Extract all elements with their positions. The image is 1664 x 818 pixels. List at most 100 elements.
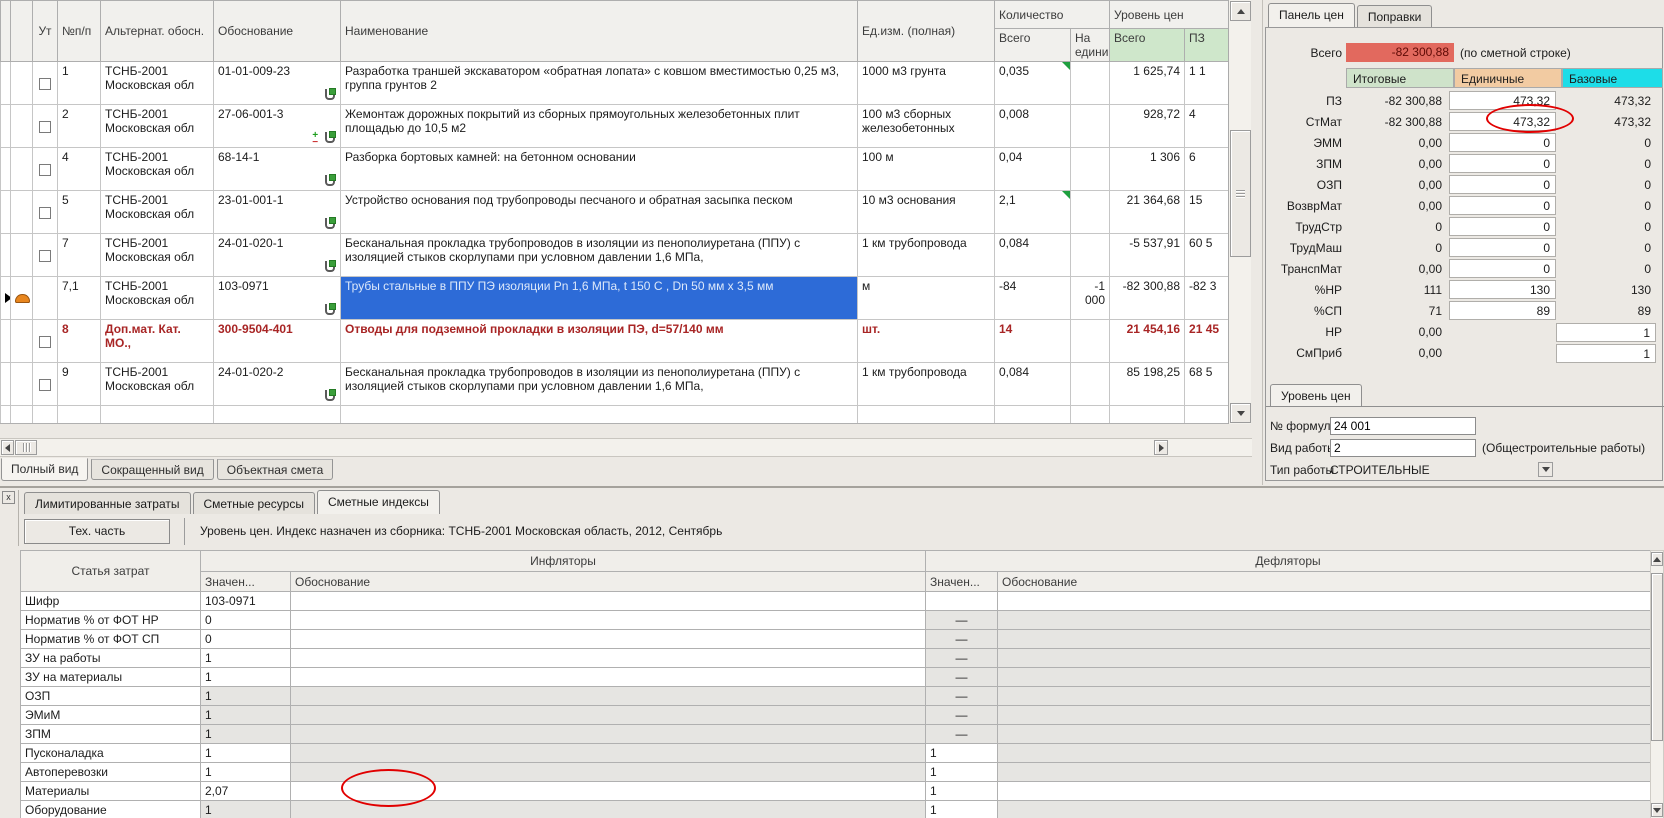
price-pz-cell[interactable]: 15 bbox=[1185, 191, 1228, 234]
column-header-infl-justification[interactable]: Обоснование bbox=[291, 572, 926, 592]
bottom-tab[interactable]: Сметные индексы bbox=[317, 490, 440, 514]
index-row[interactable]: ЗУ на материалы 1 — bbox=[21, 668, 1651, 687]
alt-justification-cell[interactable]: ТСНБ-2001 Московская обл bbox=[101, 62, 214, 105]
row-number-cell[interactable]: 4 bbox=[58, 148, 101, 191]
column-group-price-level[interactable]: Уровень цен bbox=[1110, 1, 1228, 29]
price-pz-cell[interactable]: 4 bbox=[1185, 105, 1228, 148]
alt-justification-cell[interactable]: ТСНБ-2001 Московская обл bbox=[101, 277, 214, 320]
inflator-justification-cell[interactable] bbox=[291, 611, 926, 630]
price-edin-input[interactable]: 89 bbox=[1449, 301, 1556, 320]
price-edin-input[interactable]: 473,32 bbox=[1449, 112, 1556, 131]
column-group-inflators[interactable]: Инфляторы bbox=[201, 551, 926, 572]
estimate-row[interactable]: 1 ТСНБ-2001 Московская обл 01-01-009-23 … bbox=[1, 62, 1229, 105]
justification-cell[interactable]: 27-06-001-3 +− bbox=[214, 105, 341, 148]
qty-per-unit-cell[interactable] bbox=[1071, 62, 1110, 105]
inflator-value-cell[interactable]: 1 bbox=[201, 801, 291, 818]
column-header-qty-total[interactable]: Всего bbox=[995, 29, 1071, 62]
qty-total-cell[interactable]: 0,008 bbox=[995, 105, 1071, 148]
qty-per-unit-cell[interactable] bbox=[1071, 148, 1110, 191]
alt-justification-cell[interactable]: ТСНБ-2001 Московская обл bbox=[101, 191, 214, 234]
estimate-row[interactable]: 5 ТСНБ-2001 Московская обл 23-01-001-1 +… bbox=[1, 191, 1229, 234]
price-total-cell[interactable]: 85 198,25 bbox=[1110, 363, 1185, 406]
inflator-justification-cell[interactable] bbox=[291, 706, 926, 725]
qty-per-unit-cell[interactable] bbox=[1071, 363, 1110, 406]
work-type-value[interactable]: СТРОИТЕЛЬНЫЕ bbox=[1330, 463, 1430, 477]
work-name-cell[interactable]: Бесканальная прокладка трубопроводов в и… bbox=[341, 363, 858, 406]
unit-cell[interactable]: 1 км трубопровода bbox=[858, 363, 995, 406]
column-header-price-pz[interactable]: ПЗ bbox=[1185, 29, 1228, 62]
column-header-unit[interactable]: Ед.изм. (полная) bbox=[858, 1, 995, 62]
work-name-cell[interactable]: Разборка бортовых камней: на бетонном ос… bbox=[341, 148, 858, 191]
inflator-value-cell[interactable]: 1 bbox=[201, 744, 291, 763]
price-pz-cell[interactable]: 21 45 bbox=[1185, 320, 1228, 363]
qty-total-cell[interactable]: -84 bbox=[995, 277, 1071, 320]
price-total-cell[interactable]: 928,72 bbox=[1110, 105, 1185, 148]
row-number-cell[interactable]: 7,1 bbox=[58, 277, 101, 320]
estimate-row[interactable]: 4 ТСНБ-2001 Московская обл 68-14-1 +− Ра… bbox=[1, 148, 1229, 191]
deflator-justification-cell[interactable] bbox=[998, 801, 1651, 818]
view-tab[interactable]: Сокращенный вид bbox=[91, 459, 213, 480]
index-row[interactable]: Материалы 2,07 1 bbox=[21, 782, 1651, 801]
work-name-cell[interactable]: Жемонтаж дорожных покрытий из сборных пр… bbox=[341, 105, 858, 148]
column-header-justification[interactable]: Обоснование bbox=[214, 1, 341, 62]
inflator-justification-cell[interactable] bbox=[291, 649, 926, 668]
tech-part-button[interactable]: Тех. часть bbox=[24, 519, 170, 544]
justification-cell[interactable]: 68-14-1 +− bbox=[214, 148, 341, 191]
alt-justification-cell[interactable]: ТСНБ-2001 Московская обл bbox=[101, 148, 214, 191]
estimate-row[interactable]: 8 Доп.мат. Кат. МО., 300-9504-401 +− Отв… bbox=[1, 320, 1229, 363]
index-row[interactable]: ЗПМ 1 — bbox=[21, 725, 1651, 744]
deflator-value-cell[interactable]: — bbox=[926, 725, 998, 744]
row-number-cell[interactable]: 1 bbox=[58, 62, 101, 105]
price-total-cell[interactable]: 21 364,68 bbox=[1110, 191, 1185, 234]
inflator-value-cell[interactable]: 2,07 bbox=[201, 782, 291, 801]
estimate-row[interactable]: 7 ТСНБ-2001 Московская обл 24-01-020-1 +… bbox=[1, 234, 1229, 277]
inflator-justification-cell[interactable] bbox=[291, 801, 926, 818]
justification-cell[interactable]: 23-01-001-1 +− bbox=[214, 191, 341, 234]
column-header-qty-per-unit[interactable]: На едини bbox=[1071, 29, 1110, 62]
deflator-justification-cell[interactable] bbox=[998, 592, 1651, 611]
deflator-justification-cell[interactable] bbox=[998, 611, 1651, 630]
justification-cell[interactable]: 24-01-020-2 +− bbox=[214, 363, 341, 406]
index-row[interactable]: ЗУ на работы 1 — bbox=[21, 649, 1651, 668]
price-pz-cell[interactable]: 68 5 bbox=[1185, 363, 1228, 406]
row-number-cell[interactable]: 9 bbox=[58, 363, 101, 406]
qty-total-cell[interactable]: 0,035 bbox=[995, 62, 1071, 105]
price-pz-cell[interactable]: 1 1 bbox=[1185, 62, 1228, 105]
deflator-value-cell[interactable]: 1 bbox=[926, 782, 998, 801]
row-number-cell[interactable]: 7 bbox=[58, 234, 101, 277]
row-number-cell[interactable]: 2 bbox=[58, 105, 101, 148]
price-total-cell[interactable]: 1 625,74 bbox=[1110, 62, 1185, 105]
price-pz-cell[interactable]: -82 3 bbox=[1185, 277, 1228, 320]
approve-checkbox[interactable] bbox=[39, 379, 51, 391]
work-name-cell[interactable]: Разработка траншей экскаватором «обратна… bbox=[341, 62, 858, 105]
grid-vertical-scrollbar[interactable] bbox=[1228, 0, 1251, 424]
alt-justification-cell[interactable]: ТСНБ-2001 Московская обл bbox=[101, 105, 214, 148]
column-header-num[interactable]: №п/п bbox=[58, 1, 101, 62]
unit-cell[interactable]: 100 м3 сборных железобетонных bbox=[858, 105, 995, 148]
index-row[interactable]: Норматив % от ФОТ СП 0 — bbox=[21, 630, 1651, 649]
deflator-justification-cell[interactable] bbox=[998, 649, 1651, 668]
deflator-value-cell[interactable]: — bbox=[926, 611, 998, 630]
work-name-cell[interactable]: Устройство основания под трубопроводы пе… bbox=[341, 191, 858, 234]
scroll-down-button[interactable] bbox=[1230, 403, 1251, 423]
alt-justification-cell[interactable]: ТСНБ-2001 Московская обл bbox=[101, 234, 214, 277]
scroll-left-button[interactable] bbox=[1, 440, 14, 455]
qty-total-cell[interactable]: 0,04 bbox=[995, 148, 1071, 191]
deflator-value-cell[interactable]: — bbox=[926, 687, 998, 706]
price-pz-cell[interactable]: 6 bbox=[1185, 148, 1228, 191]
column-header-price-total[interactable]: Всего bbox=[1110, 29, 1185, 62]
bottom-tab[interactable]: Лимитированные затраты bbox=[24, 492, 191, 514]
qty-total-cell[interactable]: 14 bbox=[995, 320, 1071, 363]
approve-checkbox[interactable] bbox=[39, 336, 51, 348]
justification-cell[interactable]: 300-9504-401 +− bbox=[214, 320, 341, 363]
approve-checkbox[interactable] bbox=[39, 250, 51, 262]
inflator-value-cell[interactable]: 1 bbox=[201, 649, 291, 668]
unit-cell[interactable]: 100 м bbox=[858, 148, 995, 191]
justification-cell[interactable]: 103-0971 +− bbox=[214, 277, 341, 320]
price-panel-tab[interactable]: Панель цен bbox=[1268, 3, 1355, 27]
formula-input[interactable] bbox=[1330, 417, 1476, 435]
inflator-justification-cell[interactable] bbox=[291, 630, 926, 649]
vertical-scroll-thumb[interactable] bbox=[1230, 130, 1251, 257]
deflator-justification-cell[interactable] bbox=[998, 782, 1651, 801]
deflator-value-cell[interactable]: — bbox=[926, 649, 998, 668]
